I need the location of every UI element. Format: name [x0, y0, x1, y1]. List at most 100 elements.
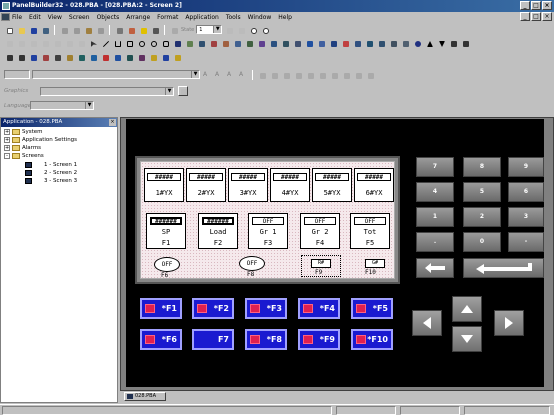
- properties-icon[interactable]: [148, 52, 158, 62]
- font-size-combo[interactable]: ▼: [32, 70, 200, 79]
- func-display-f5[interactable]: OFF Tot F5: [350, 213, 390, 249]
- display-6yx[interactable]: ##### 6#YX: [354, 168, 394, 202]
- menu-view[interactable]: View: [48, 14, 62, 21]
- fkey-f2[interactable]: *F2: [192, 298, 234, 319]
- expand-icon[interactable]: +: [4, 129, 10, 135]
- menu-arrange[interactable]: Arrange: [126, 14, 150, 21]
- oval-indicator-f6[interactable]: OFF: [154, 257, 180, 272]
- momentary-button-icon[interactable]: [220, 38, 230, 48]
- undo-icon[interactable]: [95, 25, 105, 35]
- grid-icon[interactable]: [169, 25, 179, 35]
- fkey-f10[interactable]: *F10: [351, 329, 393, 350]
- text-icon[interactable]: [172, 38, 182, 48]
- pointer-help-icon[interactable]: [172, 52, 182, 62]
- maintained-button-icon[interactable]: [232, 38, 242, 48]
- print-icon[interactable]: [114, 25, 124, 35]
- bitmap-icon[interactable]: [184, 38, 194, 48]
- wizard-icon[interactable]: [28, 52, 38, 62]
- display-2yx[interactable]: ##### 2#YX: [186, 168, 226, 202]
- arrow-down-key[interactable]: [452, 326, 482, 352]
- box-indicator-f9[interactable]: R#: [311, 259, 331, 268]
- oval-indicator-f8[interactable]: OFF: [239, 256, 265, 271]
- trend-icon[interactable]: [328, 38, 338, 48]
- validate-icon[interactable]: [100, 52, 110, 62]
- fkey-f8[interactable]: *F8: [245, 329, 287, 350]
- tree-item-alarms[interactable]: + Alarms: [4, 145, 41, 151]
- step-forward-icon[interactable]: [16, 52, 26, 62]
- object-list-icon[interactable]: [76, 52, 86, 62]
- bmp-icon[interactable]: [40, 52, 50, 62]
- zoom-out-icon[interactable]: [260, 25, 270, 35]
- polyline-icon[interactable]: [112, 38, 122, 48]
- menu-format[interactable]: Format: [157, 14, 178, 21]
- func-display-f3[interactable]: OFF Gr 1 F3: [248, 213, 288, 249]
- open-icon[interactable]: [16, 25, 26, 35]
- key-1[interactable]: 1: [416, 207, 454, 227]
- tag-editor-icon[interactable]: [64, 52, 74, 62]
- flip-icon[interactable]: [64, 38, 74, 48]
- key-9[interactable]: 9: [508, 157, 544, 177]
- new-icon[interactable]: [4, 25, 14, 35]
- bring-front-icon[interactable]: [448, 38, 458, 48]
- valign-middle-icon[interactable]: [317, 70, 327, 80]
- chevron-down-icon[interactable]: ▼: [165, 87, 173, 95]
- latched-button-icon[interactable]: [244, 38, 254, 48]
- rectangle-icon[interactable]: [124, 38, 134, 48]
- copy-icon[interactable]: [71, 25, 81, 35]
- color-palette-icon[interactable]: [412, 38, 422, 48]
- key-5[interactable]: 5: [463, 182, 501, 202]
- fkey-f4[interactable]: *F4: [298, 298, 340, 319]
- multistate-button-icon[interactable]: [256, 38, 266, 48]
- tree-item-screens[interactable]: - Screens: [4, 153, 44, 159]
- border-icon[interactable]: [353, 70, 363, 80]
- gauge-icon[interactable]: [316, 38, 326, 48]
- func-display-f1[interactable]: ###### SP F1: [146, 213, 186, 249]
- italic-icon[interactable]: A: [214, 70, 224, 80]
- expand-icon[interactable]: +: [4, 137, 10, 143]
- transfer-icon[interactable]: [124, 52, 134, 62]
- step-back-icon[interactable]: [4, 52, 14, 62]
- box-indicator-f10[interactable]: G#: [365, 259, 385, 268]
- close-button[interactable]: ×: [542, 1, 552, 10]
- fkey-f1[interactable]: *F1: [140, 298, 182, 319]
- graphics-browse-icon[interactable]: [178, 86, 188, 96]
- minimize-button[interactable]: _: [520, 1, 530, 10]
- alarm-icon[interactable]: [340, 38, 350, 48]
- key-2[interactable]: 2: [463, 207, 501, 227]
- tree-item-system[interactable]: + System: [4, 129, 43, 135]
- func-display-f4[interactable]: OFF Gr 2 F4: [300, 213, 340, 249]
- valign-bottom-icon[interactable]: [329, 70, 339, 80]
- menu-application[interactable]: Application: [185, 14, 219, 21]
- info-icon[interactable]: [160, 52, 170, 62]
- ungroup-icon[interactable]: [52, 38, 62, 48]
- line-icon[interactable]: [100, 38, 110, 48]
- collapse-icon[interactable]: -: [4, 153, 10, 159]
- tag-monitor-icon[interactable]: [88, 52, 98, 62]
- triangle-down-icon[interactable]: [436, 38, 446, 48]
- indicator-icon[interactable]: [364, 38, 374, 48]
- language-combo[interactable]: ▼: [30, 101, 94, 110]
- menu-help[interactable]: Help: [278, 14, 292, 21]
- arrow-up-key[interactable]: [452, 296, 482, 322]
- key-decimal[interactable]: .: [416, 232, 454, 252]
- paste-icon[interactable]: [83, 25, 93, 35]
- menu-window[interactable]: Window: [248, 14, 272, 21]
- find-icon[interactable]: [136, 52, 146, 62]
- font-size-icon[interactable]: A: [238, 70, 248, 80]
- maximize-button[interactable]: □: [531, 1, 541, 10]
- circle-icon[interactable]: [148, 38, 158, 48]
- close-icon[interactable]: ×: [109, 119, 116, 126]
- key-7[interactable]: 7: [416, 157, 454, 177]
- backspace-key[interactable]: [416, 258, 454, 278]
- print-report-icon[interactable]: [112, 52, 122, 62]
- fkey-f9[interactable]: *F9: [298, 329, 340, 350]
- fkey-f7[interactable]: F7: [192, 329, 234, 350]
- message-icon[interactable]: [352, 38, 362, 48]
- valign-top-icon[interactable]: [305, 70, 315, 80]
- fkey-f5[interactable]: *F5: [351, 298, 393, 319]
- menu-screen[interactable]: Screen: [69, 14, 90, 21]
- align-left-icon[interactable]: [257, 70, 267, 80]
- key-6[interactable]: 6: [508, 182, 544, 202]
- font-combo[interactable]: [4, 70, 30, 79]
- document-tab[interactable]: 028.PBA: [124, 392, 166, 401]
